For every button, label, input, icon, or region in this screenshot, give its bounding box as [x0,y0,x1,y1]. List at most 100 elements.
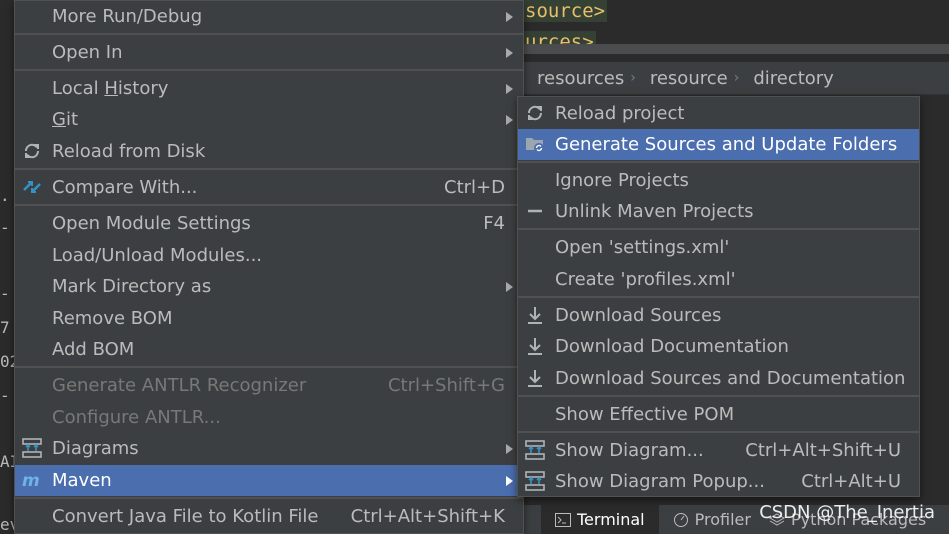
menu-item-label: More Run/Debug [52,6,203,27]
menu-item-open-module-settings[interactable]: Open Module Settings F4 [15,208,523,239]
gutter-text: - [0,284,10,303]
menu-item-label: Reload project [555,103,685,124]
submenu-arrow-icon [506,84,513,94]
menu-item-label: Open 'settings.xml' [555,237,730,258]
menu-item-download-documentation[interactable]: Download Documentation [518,331,919,362]
shortcut-label: Ctrl+D [444,177,505,198]
profiler-label: Profiler [694,510,751,529]
menu-separator [15,204,523,206]
menu-item-maven[interactable]: m Maven [15,465,523,496]
menu-separator [518,296,919,298]
menu-item-mark-directory-as[interactable]: Mark Directory as [15,271,523,302]
menu-item-generate-sources-update-folders[interactable]: Generate Sources and Update Folders [518,129,919,160]
terminal-icon [555,512,571,527]
menu-item-label: Show Diagram... [555,440,704,461]
gutter-text: - [0,218,10,237]
menu-item-label: Reload from Disk [52,141,206,162]
shortcut-label: Ctrl+Alt+Shift+U [745,440,901,461]
menu-item-git[interactable]: Git [15,104,523,135]
profiler-tab[interactable]: Profiler [659,505,765,534]
menu-item-diagrams[interactable]: Diagrams [15,433,523,464]
menu-item-label: Git [52,109,79,130]
diagram-icon [524,439,546,461]
menu-item-label: Compare With... [52,177,198,198]
download-icon [524,304,546,326]
menu-item-show-effective-pom[interactable]: Show Effective POM [518,399,919,430]
menu-item-label: Unlink Maven Projects [555,201,754,222]
project-context-menu: More Run/Debug Open In Local History Git… [14,0,524,534]
download-icon [524,335,546,357]
menu-item-open-in[interactable]: Open In [15,37,523,68]
menu-item-create-profiles-xml[interactable]: Create 'profiles.xml' [518,264,919,295]
menu-item-label: Add BOM [52,339,135,360]
gutter-text: 7 [0,318,10,337]
menu-item-reload-from-disk[interactable]: Reload from Disk [15,136,523,167]
menu-item-label: Local History [52,78,169,99]
left-gutter: . - - 7 02 - AI ev [0,0,19,534]
menu-item-label: Show Diagram Popup... [555,471,765,492]
menu-separator [518,395,919,397]
menu-item-label: Load/Unload Modules... [52,245,263,266]
shortcut-label: Ctrl+Alt+U [801,471,901,492]
menu-item-label: Open In [52,42,123,63]
menu-separator [518,228,919,230]
terminal-tab[interactable]: Terminal [541,505,659,534]
menu-separator [15,497,523,499]
submenu-arrow-icon [506,282,513,292]
download-icon [524,367,546,389]
menu-separator [15,33,523,35]
breadcrumb-item[interactable]: directory [739,68,840,89]
menu-item-label: Diagrams [52,438,139,459]
submenu-arrow-icon [506,115,513,125]
breadcrumb: resources › resource › directory [523,62,949,95]
menu-item-more-run-debug[interactable]: More Run/Debug [15,1,523,32]
breadcrumb-item[interactable]: resources [523,68,630,89]
menu-item-remove-bom[interactable]: Remove BOM [15,303,523,334]
menu-item-label: Convert Java File to Kotlin File [52,506,319,527]
menu-item-label: Download Documentation [555,336,789,357]
maven-submenu: Reload project Generate Sources and Upda… [517,96,920,497]
menu-item-unlink-maven-projects[interactable]: Unlink Maven Projects [518,196,919,227]
submenu-arrow-icon [506,444,513,454]
diagram-icon [21,437,43,459]
menu-item-configure-antlr: Configure ANTLR... [15,402,523,433]
menu-item-label: Ignore Projects [555,170,689,191]
menu-item-reload-project[interactable]: Reload project [518,98,919,129]
menu-item-generate-antlr-recognizer: Generate ANTLR Recognizer Ctrl+Shift+G [15,370,523,401]
menu-item-ignore-projects[interactable]: Ignore Projects [518,165,919,196]
menu-item-show-diagram[interactable]: Show Diagram... Ctrl+Alt+Shift+U [518,435,919,466]
menu-item-label: Remove BOM [52,308,173,329]
menu-item-label: Show Effective POM [555,404,735,425]
submenu-arrow-icon [506,48,513,58]
menu-item-open-settings-xml[interactable]: Open 'settings.xml' [518,232,919,263]
menu-item-show-diagram-popup[interactable]: Show Diagram Popup... Ctrl+Alt+U [518,466,919,497]
menu-item-add-bom[interactable]: Add BOM [15,334,523,365]
menu-item-convert-java-to-kotlin[interactable]: Convert Java File to Kotlin File Ctrl+Al… [15,501,523,532]
gutter-text: - [0,386,10,405]
menu-separator [518,161,919,163]
shortcut-label: Ctrl+Alt+Shift+K [350,506,505,527]
menu-item-download-sources-and-documentation[interactable]: Download Sources and Documentation [518,363,919,394]
terminal-label: Terminal [577,510,645,529]
shortcut-label: F4 [483,213,505,234]
folder-sync-icon [524,133,546,155]
menu-separator [518,431,919,433]
breadcrumb-item[interactable]: resource [636,68,734,89]
reload-icon [524,102,546,124]
menu-item-download-sources[interactable]: Download Sources [518,300,919,331]
menu-item-label: Maven [52,470,112,491]
menu-item-label: Download Sources [555,305,722,326]
menu-item-label: Create 'profiles.xml' [555,269,736,290]
svg-text:m: m [22,471,40,491]
diagram-icon [524,470,546,492]
minus-icon [524,200,546,222]
menu-item-local-history[interactable]: Local History [15,73,523,104]
menu-item-compare-with[interactable]: Compare With... Ctrl+D [15,172,523,203]
shortcut-label: Ctrl+Shift+G [387,375,505,396]
reload-icon [21,140,43,162]
gutter-text: . [0,186,10,205]
menu-item-load-unload-modules[interactable]: Load/Unload Modules... [15,240,523,271]
menu-item-label: Mark Directory as [52,276,212,297]
submenu-arrow-icon [506,12,513,22]
editor-horizontal-scrollbar[interactable] [523,44,949,54]
